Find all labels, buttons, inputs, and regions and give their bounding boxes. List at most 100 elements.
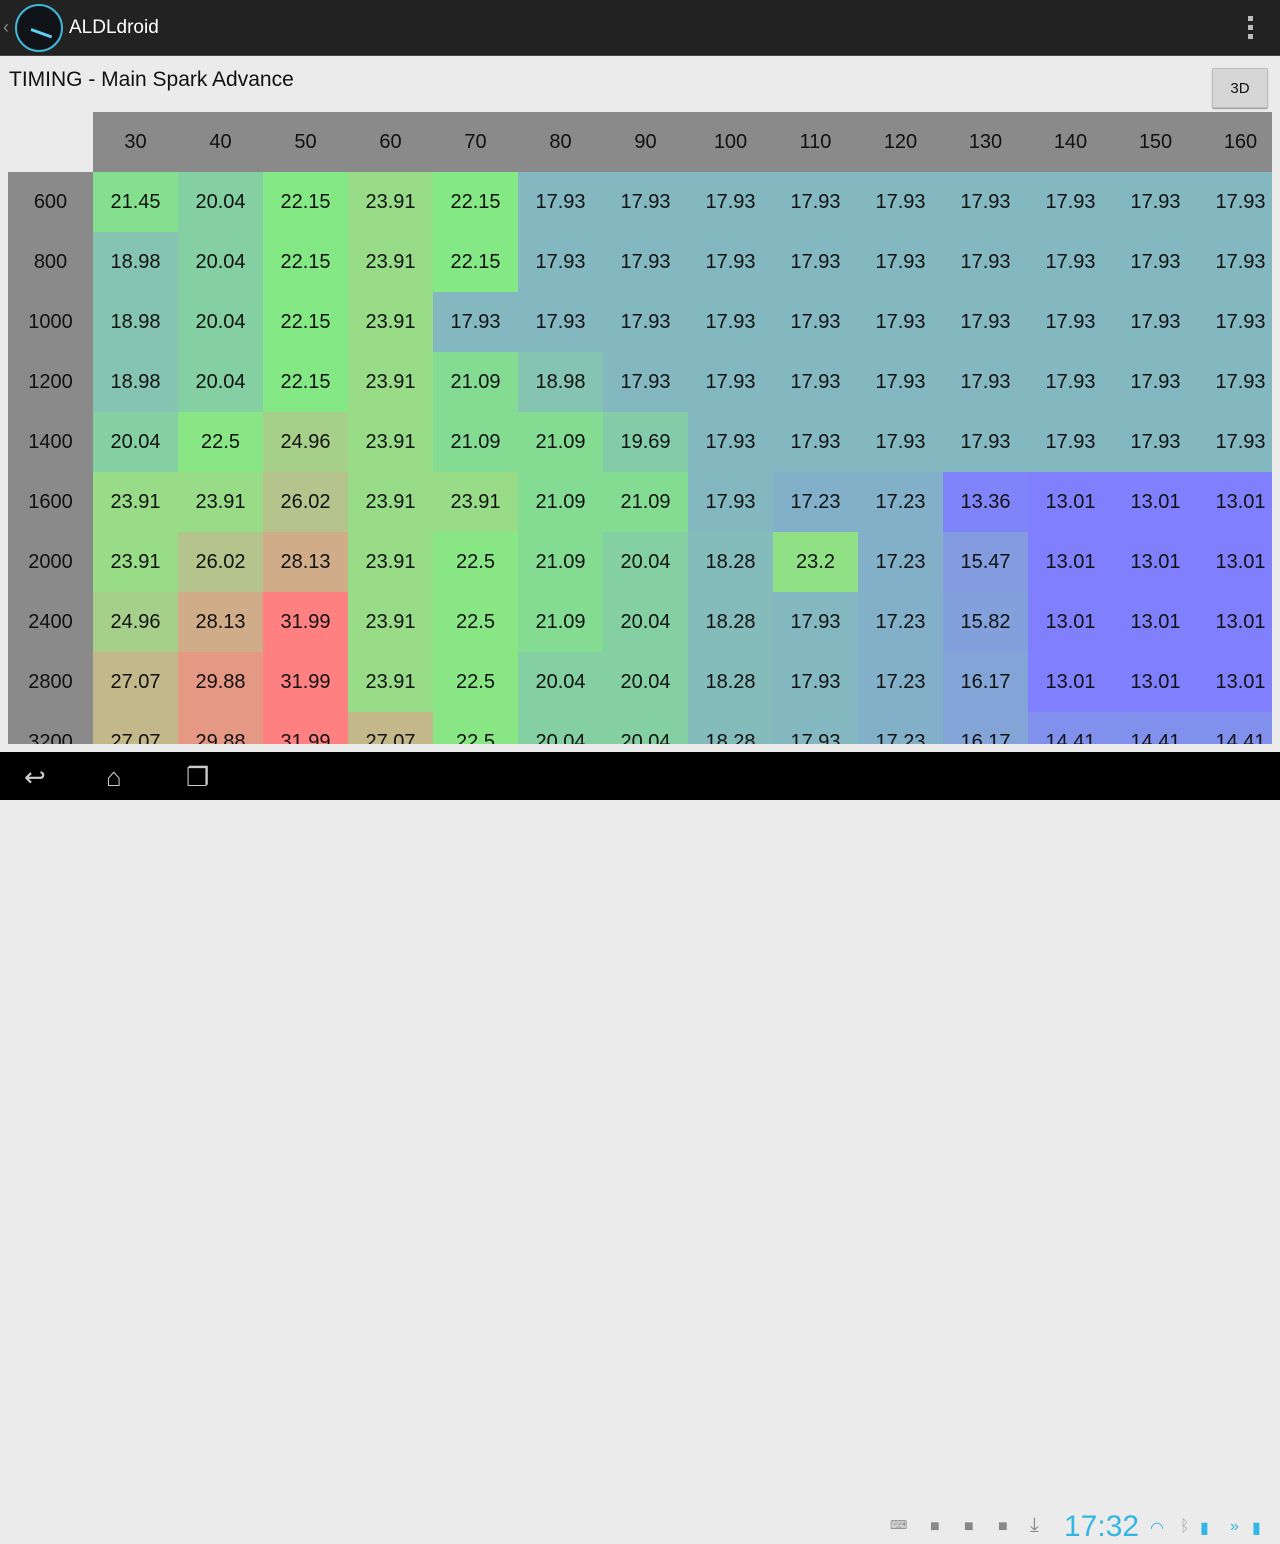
table-cell[interactable]: 22.5 [433, 712, 518, 744]
table-cell[interactable]: 13.01 [1028, 532, 1113, 592]
table-cell[interactable]: 23.91 [348, 412, 433, 472]
table-cell[interactable]: 17.93 [1198, 352, 1272, 412]
table-cell[interactable]: 17.23 [858, 532, 943, 592]
table-cell[interactable]: 17.93 [1113, 172, 1198, 232]
table-cell[interactable]: 17.93 [1198, 292, 1272, 352]
table-cell[interactable]: 21.09 [518, 472, 603, 532]
table-cell[interactable]: 17.93 [1028, 352, 1113, 412]
overflow-menu-icon[interactable] [1248, 16, 1254, 39]
table-cell[interactable]: 17.93 [1028, 172, 1113, 232]
table-cell[interactable]: 20.04 [603, 532, 688, 592]
table-cell[interactable]: 17.93 [773, 712, 858, 744]
table-cell[interactable]: 14.41 [1113, 712, 1198, 744]
table-cell[interactable]: 20.04 [93, 412, 178, 472]
table-cell[interactable]: 23.91 [178, 472, 263, 532]
table-cell[interactable]: 17.93 [433, 292, 518, 352]
table-cell[interactable]: 17.93 [858, 352, 943, 412]
table-cell[interactable]: 13.01 [1113, 652, 1198, 712]
table-cell[interactable]: 22.15 [263, 352, 348, 412]
table-cell[interactable]: 23.91 [348, 172, 433, 232]
table-cell[interactable]: 18.28 [688, 532, 773, 592]
table-cell[interactable]: 17.93 [773, 352, 858, 412]
table-cell[interactable]: 27.07 [348, 712, 433, 744]
home-icon[interactable]: ⌂ [106, 762, 122, 793]
table-cell[interactable]: 23.2 [773, 532, 858, 592]
table-cell[interactable]: 14.41 [1028, 712, 1113, 744]
table-cell[interactable]: 28.13 [263, 532, 348, 592]
table-cell[interactable]: 15.82 [943, 592, 1028, 652]
table-cell[interactable]: 16.17 [943, 712, 1028, 744]
table-cell[interactable]: 14.41 [1198, 712, 1272, 744]
table-cell[interactable]: 17.93 [603, 292, 688, 352]
table-cell[interactable]: 21.09 [603, 472, 688, 532]
table-cell[interactable]: 17.93 [518, 232, 603, 292]
table-cell[interactable]: 22.15 [263, 172, 348, 232]
table-cell[interactable]: 27.07 [93, 712, 178, 744]
table-cell[interactable]: 17.93 [688, 472, 773, 532]
table-cell[interactable]: 17.23 [858, 592, 943, 652]
table-cell[interactable]: 17.93 [858, 172, 943, 232]
table-cell[interactable]: 23.91 [93, 472, 178, 532]
table-cell[interactable]: 23.91 [348, 592, 433, 652]
table-cell[interactable]: 17.93 [1198, 232, 1272, 292]
table-cell[interactable]: 17.93 [1028, 232, 1113, 292]
table-cell[interactable]: 20.04 [178, 172, 263, 232]
table-cell[interactable]: 23.91 [348, 472, 433, 532]
table-cell[interactable]: 13.01 [1028, 592, 1113, 652]
table-cell[interactable]: 23.91 [348, 292, 433, 352]
table-cell[interactable]: 22.15 [263, 292, 348, 352]
table-cell[interactable]: 17.93 [603, 352, 688, 412]
table-cell[interactable]: 17.93 [943, 232, 1028, 292]
table-cell[interactable]: 13.36 [943, 472, 1028, 532]
table-cell[interactable]: 17.23 [858, 652, 943, 712]
table-cell[interactable]: 17.93 [943, 412, 1028, 472]
table-cell[interactable]: 21.09 [433, 412, 518, 472]
table-cell[interactable]: 18.98 [93, 292, 178, 352]
table-cell[interactable]: 17.23 [773, 472, 858, 532]
table-cell[interactable]: 19.69 [603, 412, 688, 472]
table-cell[interactable]: 31.99 [263, 652, 348, 712]
table-cell[interactable]: 17.93 [858, 292, 943, 352]
table-cell[interactable]: 22.5 [178, 412, 263, 472]
table-cell[interactable]: 17.93 [1113, 352, 1198, 412]
table-cell[interactable]: 20.04 [603, 592, 688, 652]
table-cell[interactable]: 17.93 [688, 292, 773, 352]
table-cell[interactable]: 17.93 [1028, 292, 1113, 352]
table-cell[interactable]: 17.93 [518, 292, 603, 352]
recent-apps-icon[interactable]: ❐ [186, 762, 209, 793]
table-cell[interactable]: 21.45 [93, 172, 178, 232]
table-cell[interactable]: 17.93 [773, 652, 858, 712]
table-cell[interactable]: 18.28 [688, 592, 773, 652]
table-cell[interactable]: 23.91 [93, 532, 178, 592]
back-chevron-icon[interactable]: ‹ [3, 17, 13, 38]
table-cell[interactable]: 13.01 [1198, 652, 1272, 712]
table-cell[interactable]: 16.17 [943, 652, 1028, 712]
table-cell[interactable]: 18.28 [688, 652, 773, 712]
table-cell[interactable]: 17.93 [688, 172, 773, 232]
table-cell[interactable]: 17.93 [773, 592, 858, 652]
3d-view-button[interactable]: 3D [1212, 68, 1268, 108]
table-cell[interactable]: 13.01 [1113, 592, 1198, 652]
table-cell[interactable]: 22.5 [433, 592, 518, 652]
table-cell[interactable]: 18.98 [93, 352, 178, 412]
table-cell[interactable]: 20.04 [178, 292, 263, 352]
table-cell[interactable]: 17.93 [858, 232, 943, 292]
table-cell[interactable]: 13.01 [1028, 652, 1113, 712]
table-cell[interactable]: 17.93 [518, 172, 603, 232]
table-cell[interactable]: 23.91 [348, 652, 433, 712]
back-icon[interactable]: ↩ [24, 762, 46, 793]
table-cell[interactable]: 24.96 [263, 412, 348, 472]
table-cell[interactable]: 21.09 [518, 412, 603, 472]
table-cell[interactable]: 13.01 [1198, 592, 1272, 652]
table-cell[interactable]: 22.15 [433, 232, 518, 292]
table-cell[interactable]: 17.93 [858, 412, 943, 472]
table-cell[interactable]: 23.91 [348, 532, 433, 592]
table-cell[interactable]: 20.04 [603, 652, 688, 712]
table-cell[interactable]: 17.93 [688, 232, 773, 292]
table-cell[interactable]: 17.93 [688, 412, 773, 472]
table-cell[interactable]: 17.93 [1028, 412, 1113, 472]
table-cell[interactable]: 18.98 [93, 232, 178, 292]
table-cell[interactable]: 17.93 [943, 292, 1028, 352]
table-cell[interactable]: 17.93 [773, 412, 858, 472]
table-cell[interactable]: 28.13 [178, 592, 263, 652]
